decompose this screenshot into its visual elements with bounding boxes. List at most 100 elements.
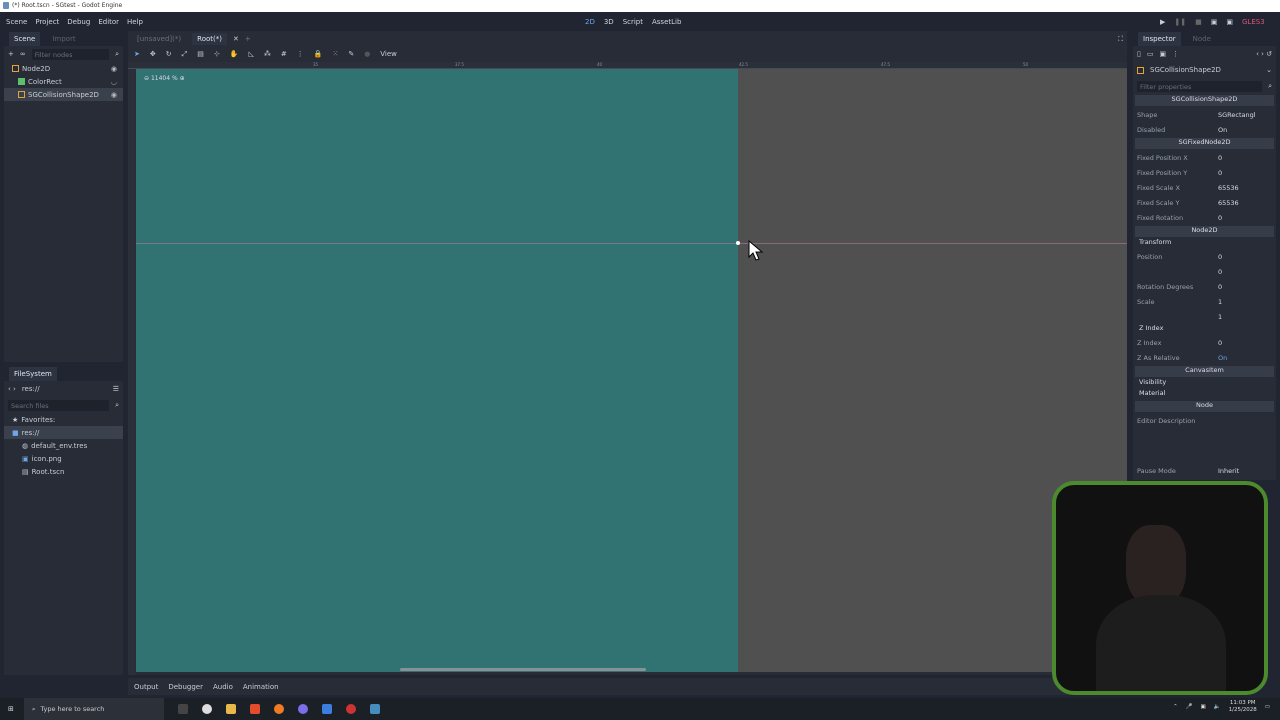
clock[interactable]: 11:03 PM 1/25/2028	[1229, 700, 1257, 714]
app-icon[interactable]	[321, 704, 332, 714]
path-field[interactable]: res://	[22, 385, 107, 393]
position-y-field[interactable]: 0	[1214, 268, 1276, 276]
tab-unsaved[interactable]: [unsaved](*)	[132, 33, 186, 45]
task-view-icon[interactable]	[177, 704, 188, 714]
tab-debugger[interactable]: Debugger	[168, 683, 203, 691]
tree-item-sgcollisionshape2d[interactable]: SGCollisionShape2D ◉	[4, 88, 123, 101]
new-tab-icon[interactable]: +	[245, 35, 251, 43]
add-node-icon[interactable]: +	[8, 50, 14, 58]
list-select-icon[interactable]: ▤	[197, 50, 204, 58]
editor-description-field[interactable]	[1133, 428, 1276, 460]
tab-inspector[interactable]: Inspector	[1138, 31, 1181, 46]
position-x-field[interactable]: 0	[1214, 253, 1276, 261]
tab-animation[interactable]: Animation	[243, 683, 279, 691]
zindex-field[interactable]: 0	[1214, 339, 1276, 347]
scale-y-field[interactable]: 1	[1214, 313, 1276, 321]
link-icon[interactable]: ∞	[20, 50, 26, 58]
workspace-2d[interactable]: 2D	[585, 18, 595, 26]
select-tool-icon[interactable]: ➤	[134, 50, 140, 58]
filter-properties-input[interactable]: Filter properties	[1137, 80, 1263, 92]
more-icon[interactable]: ⋮	[1172, 50, 1179, 58]
group-material[interactable]: Material	[1133, 389, 1276, 400]
play-icon[interactable]: ▶	[1160, 18, 1165, 26]
shape-handle[interactable]	[736, 241, 740, 245]
scale-x-field[interactable]: 1	[1214, 298, 1276, 306]
filter-nodes-input[interactable]: Filter nodes	[31, 48, 110, 60]
file-explorer-icon[interactable]	[225, 704, 236, 714]
save-icon[interactable]: ▣	[1159, 50, 1166, 58]
close-tab-icon[interactable]: ✕	[233, 35, 239, 43]
workspace-script[interactable]: Script	[623, 18, 643, 26]
search-files-input[interactable]: Search files	[8, 399, 110, 411]
pivot-icon[interactable]: ⊹	[214, 50, 220, 58]
visibility-icon[interactable]: ●	[364, 50, 370, 58]
group-zindex[interactable]: Z Index	[1133, 324, 1276, 335]
workspace-3d[interactable]: 3D	[604, 18, 614, 26]
bone-icon[interactable]: ✎	[348, 50, 354, 58]
back-icon[interactable]: ‹ ›	[8, 385, 16, 393]
tab-scene[interactable]: Scene	[9, 31, 41, 46]
object-selector[interactable]: SGCollisionShape2D	[1150, 66, 1260, 74]
workspace-assetlib[interactable]: AssetLib	[652, 18, 681, 26]
layout-icon[interactable]: ☰	[113, 385, 119, 393]
history-icon[interactable]: ‹ › ↺	[1256, 50, 1272, 58]
favorites-item[interactable]: ★ Favorites:	[4, 413, 123, 426]
horizontal-scrollbar[interactable]	[400, 668, 646, 671]
color-rect[interactable]	[136, 69, 738, 672]
move-tool-icon[interactable]: ✥	[150, 50, 156, 58]
z-as-relative-checkbox[interactable]: On	[1214, 354, 1276, 362]
fixed-scale-x-field[interactable]: 65536	[1214, 184, 1276, 192]
more-icon[interactable]: ⋮	[297, 50, 304, 58]
group-icon[interactable]: ⁙	[332, 50, 338, 58]
fullscreen-icon[interactable]: ⛶	[1118, 35, 1123, 44]
chevron-up-icon[interactable]: ⌃	[1173, 704, 1178, 710]
tab-import[interactable]: Import	[52, 35, 75, 43]
brave-icon[interactable]	[249, 704, 260, 714]
play-custom-icon[interactable]: ▣	[1226, 18, 1233, 26]
rotate-tool-icon[interactable]: ↻	[166, 50, 172, 58]
renderer-select[interactable]: GLES3	[1242, 18, 1265, 26]
stop-icon[interactable]: ■	[1195, 18, 1202, 26]
ruler-icon[interactable]: ◺	[248, 50, 253, 58]
tree-item-node2d[interactable]: Node2D ◉	[4, 62, 123, 75]
notifications-icon[interactable]: ▭	[1265, 704, 1270, 710]
folder-res[interactable]: ■ res://	[4, 426, 123, 439]
tab-root[interactable]: Root(*)	[192, 32, 227, 45]
zoom-in-icon[interactable]: ⊕	[180, 75, 185, 82]
pan-icon[interactable]: ✋	[230, 50, 239, 58]
file-item[interactable]: ▤ Root.tscn	[4, 465, 123, 478]
lock-icon[interactable]: 🔒	[314, 50, 323, 58]
tab-filesystem[interactable]: FileSystem	[9, 366, 57, 381]
pause-icon[interactable]: ❚❚	[1174, 18, 1186, 26]
group-transform[interactable]: Transform	[1133, 238, 1276, 249]
menu-scene[interactable]: Scene	[6, 18, 27, 26]
menu-project[interactable]: Project	[35, 18, 59, 26]
pause-mode-select[interactable]: Inherit	[1214, 467, 1276, 475]
group-visibility[interactable]: Visibility	[1133, 378, 1276, 389]
obs-icon[interactable]	[201, 704, 212, 714]
tab-node[interactable]: Node	[1193, 35, 1211, 43]
scale-tool-icon[interactable]: ⤢	[182, 50, 188, 59]
taskbar-search[interactable]: ⌕ Type here to search	[23, 698, 164, 720]
canvas[interactable]: ⊖ 11404 % ⊕	[136, 69, 1127, 672]
fixed-rotation-field[interactable]: 0	[1214, 214, 1276, 222]
file-item[interactable]: ◍ default_env.tres	[4, 439, 123, 452]
rotation-field[interactable]: 0	[1214, 283, 1276, 291]
zoom-control[interactable]: ⊖ 11404 % ⊕	[144, 75, 185, 82]
new-resource-icon[interactable]: ▯	[1137, 50, 1141, 58]
grid-icon[interactable]: #	[281, 50, 287, 58]
fixed-scale-y-field[interactable]: 65536	[1214, 199, 1276, 207]
disabled-checkbox[interactable]: On	[1214, 126, 1276, 134]
snap-icon[interactable]: ⁂	[264, 50, 271, 58]
tab-output[interactable]: Output	[134, 683, 158, 691]
discord-icon[interactable]	[297, 704, 308, 714]
network-icon[interactable]: ▣	[1201, 704, 1206, 710]
tree-item-colorrect[interactable]: ColorRect ◡	[4, 75, 123, 88]
visibility-icon[interactable]: ◉	[111, 65, 117, 73]
visibility-icon[interactable]: ◉	[111, 91, 117, 99]
shape-field[interactable]: SGRectangl	[1214, 111, 1276, 119]
microphone-icon[interactable]: 🎤	[1186, 704, 1193, 710]
recorder-icon[interactable]	[345, 704, 356, 714]
volume-icon[interactable]: 🔈	[1214, 704, 1221, 710]
zoom-out-icon[interactable]: ⊖	[144, 75, 149, 82]
